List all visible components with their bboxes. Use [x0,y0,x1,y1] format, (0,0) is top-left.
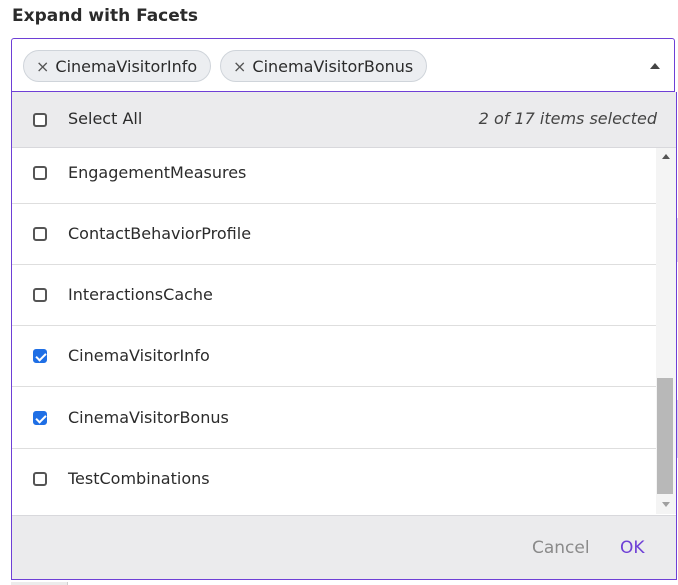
select-all-checkbox[interactable] [33,113,47,127]
option-checkbox[interactable] [33,411,47,425]
option-label: CinemaVisitorBonus [68,408,229,427]
option-checkbox[interactable] [33,166,47,180]
options-list: EngagementMeasures ContactBehaviorProfil… [12,148,656,514]
list-item[interactable]: TestCombinations [12,449,656,510]
field-label: Expand with Facets [12,6,199,26]
option-label: CinemaVisitorInfo [68,346,210,365]
option-checkbox[interactable] [33,472,47,486]
scroll-thumb[interactable] [657,378,673,494]
ok-button[interactable]: OK [620,538,645,558]
caret-up-icon[interactable] [650,63,660,69]
remove-chip-icon[interactable]: × [233,57,246,76]
remove-chip-icon[interactable]: × [36,57,49,76]
select-all-header: Select All 2 of 17 items selected [12,92,676,148]
chip-cinema-visitor-bonus: × CinemaVisitorBonus [220,50,428,82]
cancel-button[interactable]: Cancel [532,538,590,558]
list-item[interactable]: EngagementMeasures [12,148,656,204]
option-label: TestCombinations [68,469,210,488]
list-scrollbar[interactable] [656,148,676,514]
chip-label: CinemaVisitorBonus [252,56,414,76]
dropdown-panel: Select All 2 of 17 items selected Engage… [11,92,677,580]
option-checkbox[interactable] [33,349,47,363]
select-all-label[interactable]: Select All [68,109,142,128]
chip-label: CinemaVisitorInfo [55,56,198,76]
list-item[interactable]: CinemaVisitorBonus [12,388,656,449]
list-item[interactable]: ContactBehaviorProfile [12,204,656,265]
option-label: InteractionsCache [68,285,213,304]
list-item[interactable]: CinemaVisitorInfo [12,326,656,387]
option-checkbox[interactable] [33,288,47,302]
dropdown-footer: Cancel OK [12,515,676,579]
option-label: ContactBehaviorProfile [68,224,252,243]
scroll-down-arrow-icon[interactable] [662,502,670,507]
selection-count: 2 of 17 items selected [478,109,657,128]
scroll-up-arrow-icon[interactable] [662,154,670,159]
facets-select[interactable]: × CinemaVisitorInfo × CinemaVisitorBonus [11,38,675,92]
chip-cinema-visitor-info: × CinemaVisitorInfo [23,50,212,82]
option-label: EngagementMeasures [68,163,247,182]
list-item[interactable]: InteractionsCache [12,265,656,326]
option-checkbox[interactable] [33,227,47,241]
